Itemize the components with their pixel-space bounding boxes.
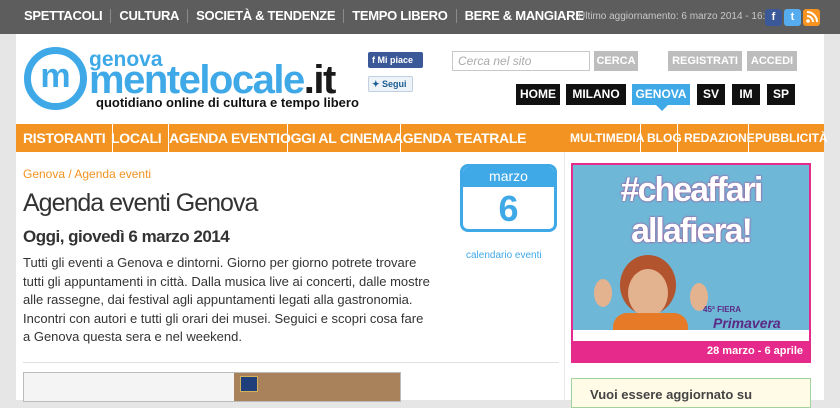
city-tab-sp[interactable]: SP xyxy=(767,84,795,105)
rss-icon[interactable] xyxy=(803,9,820,26)
logo-mark[interactable]: m xyxy=(24,47,87,110)
divider xyxy=(23,362,559,363)
top-nav-tempo-libero[interactable]: TEMPO LIBERO xyxy=(343,9,455,23)
newsletter-box[interactable]: Vuoi essere aggiornato su xyxy=(571,378,811,408)
city-tab-genova[interactable]: GENOVA xyxy=(632,84,690,105)
hotel-logo-icon xyxy=(240,376,258,392)
facebook-like-button[interactable]: f Mi piace xyxy=(368,52,423,68)
page-title: Agenda eventi Genova xyxy=(23,189,258,217)
active-city-arrow xyxy=(656,105,668,111)
top-bar: SPETTACOLI CULTURA SOCIETÀ & TENDENZE TE… xyxy=(0,0,840,34)
city-tab-home[interactable]: HOME xyxy=(516,84,560,105)
twitter-icon[interactable]: t xyxy=(784,9,801,26)
ad-fiera-label: 45ª FIERA xyxy=(703,305,742,314)
nav-ristoranti[interactable]: RISTORANTI xyxy=(16,124,114,152)
breadcrumb[interactable]: Genova / Agenda eventi xyxy=(23,167,151,181)
city-tab-milano[interactable]: MILANO xyxy=(566,84,626,105)
fiera-primavera-ad[interactable]: #cheaffari allafiera! 45ª FIERA Primaver… xyxy=(571,163,811,363)
column-divider xyxy=(564,152,565,400)
calendar-link[interactable]: calendario eventi xyxy=(466,250,542,261)
twitter-follow-label: Segui xyxy=(382,79,407,89)
nav-pubblicita[interactable]: PUBBLICITÀ xyxy=(748,124,834,152)
login-button[interactable]: ACCEDI xyxy=(747,51,797,71)
nav-agenda-teatrale[interactable]: AGENDA TEATRALE xyxy=(386,124,533,152)
top-nav-cultura[interactable]: CULTURA xyxy=(110,9,187,23)
ad-primavera-logo: Primavera xyxy=(713,315,781,331)
facebook-icon[interactable]: f xyxy=(765,9,782,26)
top-nav-bere-mangiare[interactable]: BERE & MANGIARE xyxy=(455,9,592,23)
search-input[interactable]: Cerca nel sito xyxy=(452,51,590,71)
page-subtitle: Oggi, giovedì 6 marzo 2014 xyxy=(23,227,230,246)
facebook-like-label: Mi piace xyxy=(377,55,414,65)
banner-ad[interactable] xyxy=(23,372,401,402)
top-nav-societa[interactable]: SOCIETÀ & TENDENZE xyxy=(187,9,343,23)
search-button[interactable]: CERCA xyxy=(594,51,638,71)
calendar-day: 6 xyxy=(498,188,519,229)
main-nav: RISTORANTI LOCALI AGENDA EVENTI OGGI AL … xyxy=(16,124,828,152)
twitter-follow-button[interactable]: ✦ Segui xyxy=(368,76,413,92)
ad-headline-1: #cheaffari xyxy=(620,171,764,209)
nav-oggi-al-cinema[interactable]: OGGI AL CINEMA xyxy=(273,124,402,152)
nav-agenda-eventi[interactable]: AGENDA EVENTI xyxy=(162,124,288,152)
hotel-photo xyxy=(234,373,400,401)
register-button[interactable]: REGISTRATI xyxy=(668,51,742,71)
ad-dates: 28 marzo - 6 aprile xyxy=(573,341,809,361)
logo-tagline: quotidiano online di cultura e tempo lib… xyxy=(96,95,359,110)
page: m genova mentelocale.it quotidiano onlin… xyxy=(16,34,828,408)
top-nav-spettacoli[interactable]: SPETTACOLI xyxy=(18,9,110,23)
nav-locali[interactable]: LOCALI xyxy=(104,124,170,152)
city-tab-sv[interactable]: SV xyxy=(697,84,725,105)
intro-text: Tutti gli eventi a Genova e dintorni. Gi… xyxy=(23,255,430,344)
city-tab-im[interactable]: IM xyxy=(732,84,760,105)
calendar-widget[interactable]: marzo 6 xyxy=(460,164,557,232)
calendar-month: marzo xyxy=(463,167,554,187)
nav-multimedia[interactable]: MULTIMEDIA xyxy=(564,124,650,152)
last-updated: Ultimo aggiornamento: 6 marzo 2014 - 16:… xyxy=(578,11,777,22)
top-nav: SPETTACOLI CULTURA SOCIETÀ & TENDENZE TE… xyxy=(18,9,592,23)
twitter-icon: ✦ xyxy=(372,79,383,89)
